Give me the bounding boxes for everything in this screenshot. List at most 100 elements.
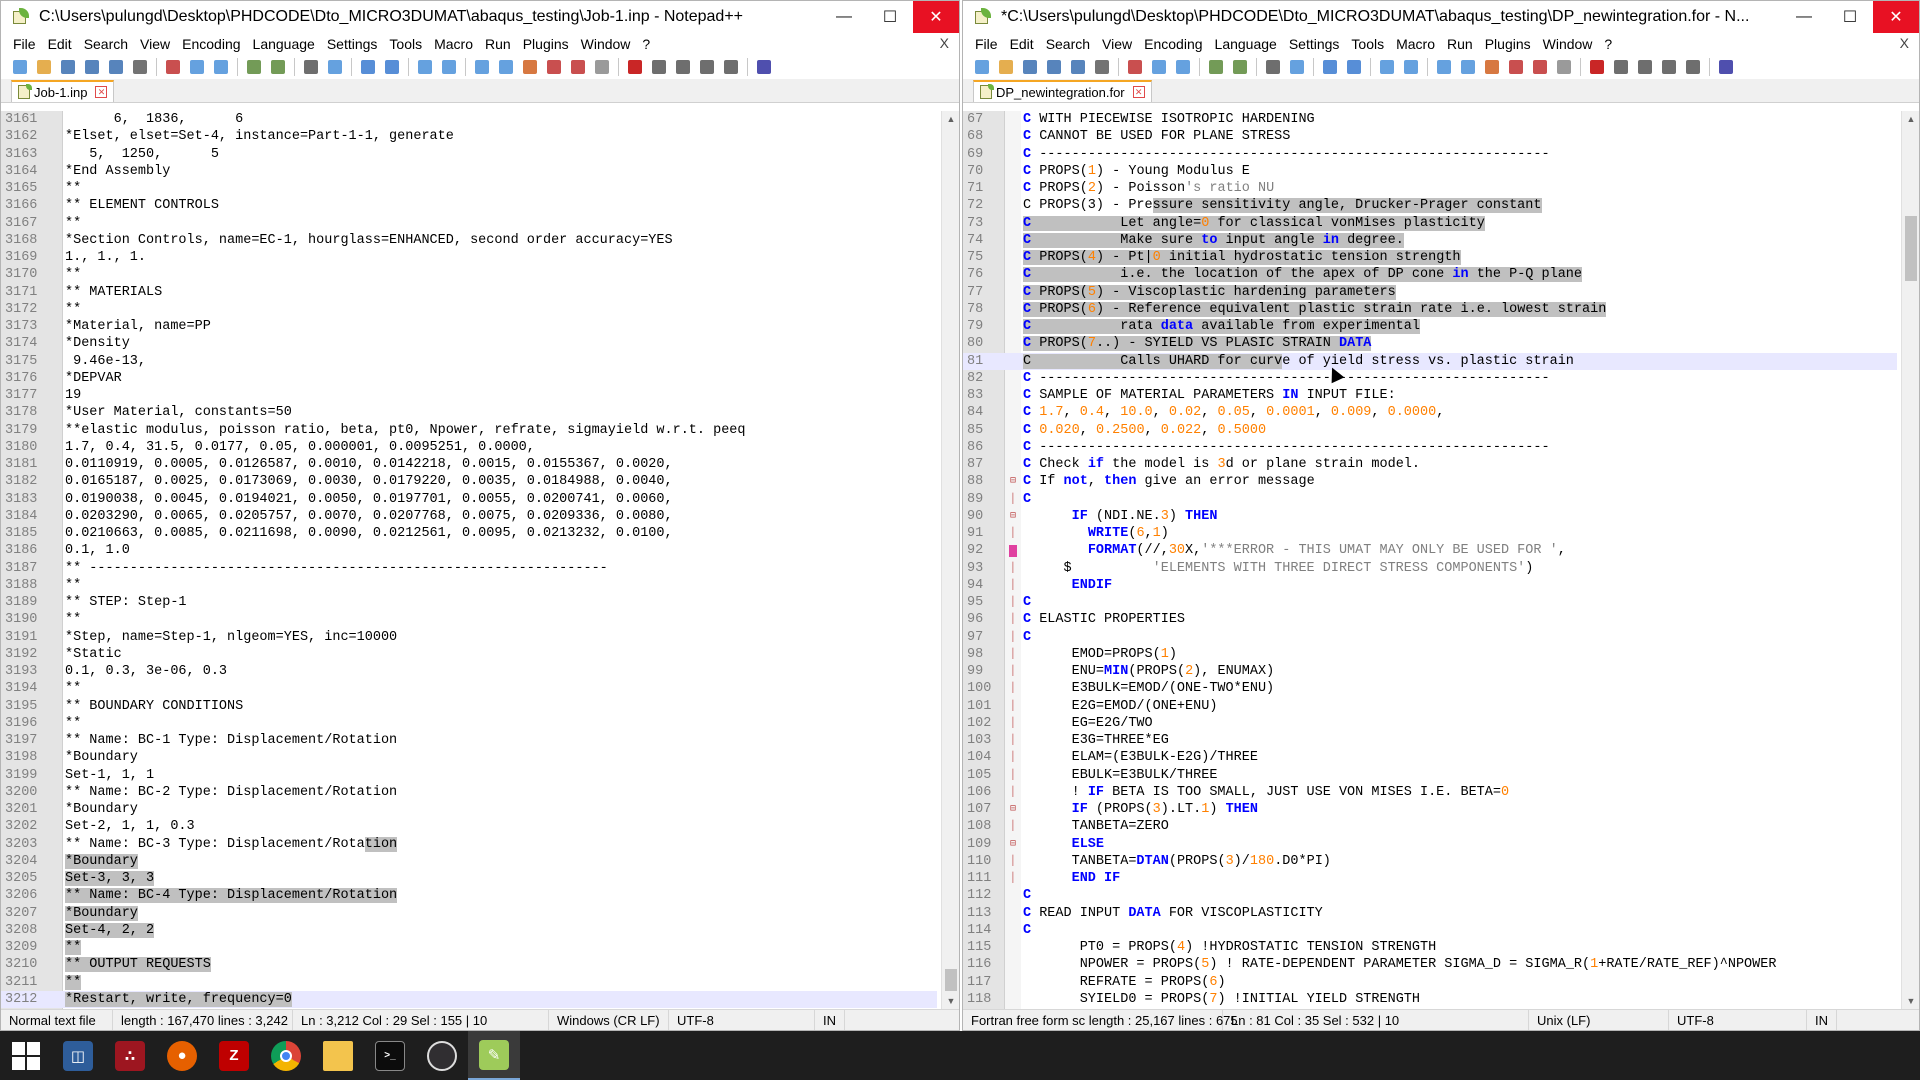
taskbar-terminal[interactable]: >_ — [364, 1031, 416, 1080]
title-bar[interactable]: *C:\Users\pulungd\Desktop\PHDCODE\Dto_MI… — [963, 1, 1919, 33]
indent-guide-icon[interactable] — [1481, 57, 1503, 77]
menu-edit[interactable]: Edit — [42, 36, 78, 52]
code-editor[interactable]: 3161 6, 1836, 6 3162 *Elset, elset=Set-4, … — [1, 111, 959, 1009]
code-line[interactable]: 75 C PROPS(4) - Pt|0 initial hydrostatic … — [963, 249, 1897, 266]
tab-close-icon[interactable]: ✕ — [1132, 86, 1145, 98]
menu-window[interactable]: Window — [1537, 36, 1599, 52]
show-all-chars-icon[interactable] — [495, 57, 517, 77]
code-line[interactable]: 3200 ** Name: BC-2 Type: Displacement/Rot… — [1, 784, 937, 801]
scroll-up-arrow-icon[interactable]: ▲ — [1902, 111, 1919, 127]
code-line[interactable]: 90 ⊟ IF (NDI.NE.3) THEN — [963, 508, 1897, 525]
new-file-icon[interactable] — [9, 57, 31, 77]
record-macro-icon[interactable] — [1586, 57, 1608, 77]
code-line[interactable]: 3164 *End Assembly — [1, 163, 937, 180]
close-button[interactable]: ✕ — [1873, 1, 1919, 33]
stop-record-icon[interactable] — [648, 57, 670, 77]
menu-search[interactable]: Search — [1040, 36, 1096, 52]
code-line[interactable]: 69 C ------------------------------------… — [963, 146, 1897, 163]
notepadpp-app-icon[interactable] — [11, 8, 29, 26]
code-lines[interactable]: 67 C WITH PIECEWISE ISOTROPIC HARDENING 68… — [963, 111, 1897, 1008]
menu-help[interactable]: ? — [1598, 36, 1618, 52]
code-line[interactable]: 3190 ** — [1, 611, 937, 628]
code-line[interactable]: 3207 *Boundary — [1, 905, 937, 922]
code-line[interactable]: 81 C Calls UHARD for curve of yield stres… — [963, 352, 1897, 370]
code-line[interactable]: 3187 ** ---------------------------------… — [1, 560, 937, 577]
code-line[interactable]: 3177 19 — [1, 387, 937, 404]
menu-edit[interactable]: Edit — [1004, 36, 1040, 52]
code-line[interactable]: 3184 0.0203290, 0.0065, 0.0205757, 0.0070… — [1, 508, 937, 525]
menu-macro[interactable]: Macro — [1390, 36, 1441, 52]
code-line[interactable]: 3209 ** — [1, 939, 937, 956]
code-line[interactable]: 107 ⊟ IF (PROPS(3).LT.1) THEN — [963, 801, 1897, 818]
code-line[interactable]: 3196 ** — [1, 715, 937, 732]
taskbar-network-app[interactable]: ◫ — [52, 1031, 104, 1080]
fold-toggle-icon[interactable]: ⊟ — [1005, 473, 1021, 490]
code-line[interactable]: 77 C PROPS(5) - Viscoplastic hardening pa… — [963, 284, 1897, 301]
vertical-scrollbar[interactable]: ▲ ▼ — [941, 111, 959, 1009]
code-line[interactable]: 79 C rata data available from experimenta… — [963, 318, 1897, 335]
code-line[interactable]: 70 C PROPS(1) - Young Modulus E — [963, 163, 1897, 180]
sync-vertical-icon[interactable] — [414, 57, 436, 77]
doc-map-icon[interactable] — [543, 57, 565, 77]
code-line[interactable]: 95 │ C — [963, 594, 1897, 611]
scroll-up-arrow-icon[interactable]: ▲ — [942, 111, 959, 127]
code-line[interactable]: 3178 *User Material, constants=50 — [1, 404, 937, 421]
code-line[interactable]: 85 C 0.020, 0.2500, 0.022, 0.5000 — [963, 422, 1897, 439]
code-line[interactable]: 117 REFRATE = PROPS(6) — [963, 974, 1897, 991]
code-line[interactable]: 3181 0.0110919, 0.0005, 0.0126587, 0.0010… — [1, 456, 937, 473]
notepadpp-app-icon[interactable] — [973, 8, 991, 26]
menu-language[interactable]: Language — [247, 36, 321, 52]
taskbar-chrome[interactable] — [260, 1031, 312, 1080]
code-line[interactable]: 91 │ WRITE(6,1) — [963, 525, 1897, 542]
code-line[interactable]: 3185 0.0210663, 0.0085, 0.0211698, 0.0090… — [1, 525, 937, 542]
code-line[interactable]: 3198 *Boundary — [1, 749, 937, 766]
menu-encoding[interactable]: Encoding — [176, 36, 246, 52]
menu-view[interactable]: View — [134, 36, 176, 52]
replace-icon[interactable] — [1286, 57, 1308, 77]
vertical-scrollbar[interactable]: ▲ ▼ — [1901, 111, 1919, 1009]
code-line[interactable]: 68 C CANNOT BE USED FOR PLANE STRESS — [963, 128, 1897, 145]
code-line[interactable]: 3166 ** ELEMENT CONTROLS — [1, 197, 937, 214]
paste-icon[interactable] — [210, 57, 232, 77]
sync-vertical-icon[interactable] — [1376, 57, 1398, 77]
save-all-icon[interactable] — [81, 57, 103, 77]
menu-file[interactable]: File — [969, 36, 1004, 52]
taskbar-obs[interactable] — [416, 1031, 468, 1080]
menu-encoding[interactable]: Encoding — [1138, 36, 1208, 52]
redo-icon[interactable] — [267, 57, 289, 77]
menu-tools[interactable]: Tools — [383, 36, 428, 52]
show-all-chars-icon[interactable] — [1457, 57, 1479, 77]
code-line[interactable]: 72 C PROPS(3) - Pressure sensitivity angl… — [963, 197, 1897, 214]
code-line[interactable]: 99 │ ENU=MIN(PROPS(2), ENUMAX) — [963, 663, 1897, 680]
stop-record-icon[interactable] — [1610, 57, 1632, 77]
code-line[interactable]: 106 │ ! IF BETA IS TOO SMALL, JUST USE VO… — [963, 784, 1897, 801]
code-line[interactable]: 3211 ** — [1, 974, 937, 991]
code-lines[interactable]: 3161 6, 1836, 6 3162 *Elset, elset=Set-4, … — [1, 111, 937, 1008]
cut-icon[interactable] — [162, 57, 184, 77]
code-line[interactable]: 73 C Let angle=0 for classical vonMises p… — [963, 215, 1897, 232]
code-line[interactable]: 67 C WITH PIECEWISE ISOTROPIC HARDENING — [963, 111, 1897, 128]
code-line[interactable]: 3180 1.7, 0.4, 31.5, 0.0177, 0.05, 0.0000… — [1, 439, 937, 456]
code-line[interactable]: 3194 ** — [1, 680, 937, 697]
code-line[interactable]: 3203 ** Name: BC-3 Type: Displacement/Rot… — [1, 836, 937, 853]
code-line[interactable]: 3192 *Static — [1, 646, 937, 663]
code-line[interactable]: 3208 Set-4, 2, 2 — [1, 922, 937, 939]
code-line[interactable]: 96 │ C ELASTIC PROPERTIES — [963, 611, 1897, 628]
doc-map-icon[interactable] — [1505, 57, 1527, 77]
code-line[interactable]: 87 C Check if the model is 3d or plane st… — [963, 456, 1897, 473]
run-macro-icon[interactable] — [1658, 57, 1680, 77]
code-line[interactable]: 3189 ** STEP: Step-1 — [1, 594, 937, 611]
sync-horizontal-icon[interactable] — [438, 57, 460, 77]
sync-horizontal-icon[interactable] — [1400, 57, 1422, 77]
code-line[interactable]: 104 │ ELAM=(E3BULK-E2G)/THREE — [963, 749, 1897, 766]
code-line[interactable]: 3168 *Section Controls, name=EC-1, hourgl… — [1, 232, 937, 249]
menu-view[interactable]: View — [1096, 36, 1138, 52]
code-line[interactable]: 114 C — [963, 922, 1897, 939]
menu-tools[interactable]: Tools — [1345, 36, 1390, 52]
menu-file[interactable]: File — [7, 36, 42, 52]
tab-close-icon[interactable]: ✕ — [95, 86, 108, 98]
code-line[interactable]: 83 C SAMPLE OF MATERIAL PARAMETERS IN INP… — [963, 387, 1897, 404]
taskbar-file-explorer[interactable] — [312, 1031, 364, 1080]
code-line[interactable]: 102 │ EG=E2G/TWO — [963, 715, 1897, 732]
menu-run[interactable]: Run — [479, 36, 517, 52]
